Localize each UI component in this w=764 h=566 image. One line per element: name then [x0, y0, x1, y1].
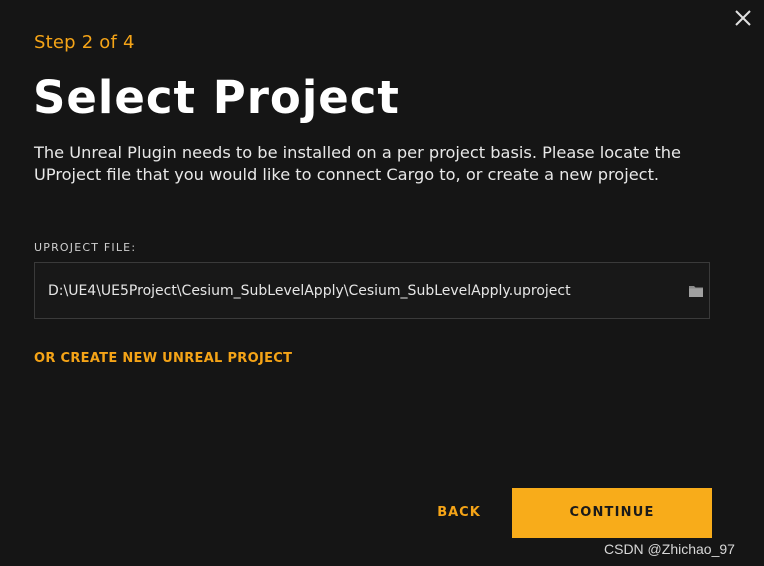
watermark-text: CSDN @Zhichao_97 [604, 541, 735, 557]
uproject-file-field[interactable]: D:\UE4\UE5Project\Cesium_SubLevelApply\C… [34, 262, 710, 319]
select-project-dialog: Step 2 of 4 Select Project The Unreal Pl… [0, 0, 764, 566]
browse-folder-button[interactable] [688, 284, 704, 298]
step-indicator: Step 2 of 4 [34, 32, 135, 53]
uproject-file-label: UPROJECT FILE: [34, 241, 137, 254]
continue-button[interactable]: CONTINUE [512, 488, 712, 538]
page-title: Select Project [33, 71, 400, 124]
close-icon [735, 10, 751, 26]
back-button[interactable]: BACK [428, 488, 490, 538]
uproject-file-path[interactable]: D:\UE4\UE5Project\Cesium_SubLevelApply\C… [48, 283, 571, 299]
close-button[interactable] [733, 8, 753, 28]
folder-icon [689, 286, 703, 297]
description-text: The Unreal Plugin needs to be installed … [34, 143, 682, 184]
create-new-project-link[interactable]: OR CREATE NEW UNREAL PROJECT [34, 351, 292, 366]
